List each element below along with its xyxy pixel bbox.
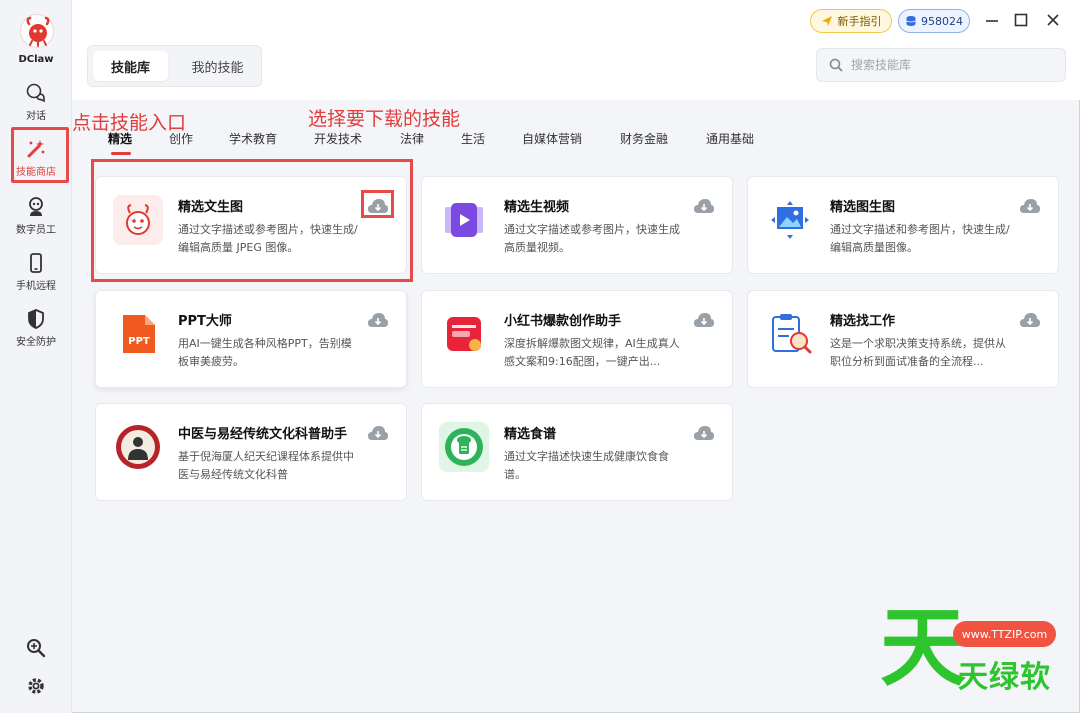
sidebar-item-chat[interactable]: 对话 bbox=[0, 82, 72, 122]
category-tab-law[interactable]: 法律 bbox=[400, 130, 424, 147]
sidebar-item-label: 数字员工 bbox=[16, 225, 56, 236]
guide-label: 新手指引 bbox=[837, 15, 882, 28]
sidebar-item-label: 安全防护 bbox=[16, 337, 56, 348]
category-tab-life[interactable]: 生活 bbox=[461, 130, 485, 147]
cloud-download-icon[interactable] bbox=[367, 424, 389, 442]
annotation-download-highlight bbox=[361, 190, 394, 218]
skill-description: 通过文字描述快速生成健康饮食食谱。 bbox=[504, 450, 669, 481]
job-search-icon bbox=[765, 309, 815, 359]
sidebar: DClaw 对话 技能商店 数字员工 手机远程 安全防护 bbox=[0, 0, 72, 713]
skill-description: 通过文字描述和参考图片，快速生成/编辑高质量图像。 bbox=[830, 223, 1010, 254]
shield-icon bbox=[28, 309, 44, 329]
cloud-download-icon[interactable] bbox=[367, 311, 389, 329]
watermark-text: 天绿软 bbox=[958, 660, 1051, 695]
sidebar-item-phone-remote[interactable]: 手机远程 bbox=[0, 252, 72, 292]
watermark-glyph: 天 bbox=[880, 598, 966, 698]
minimize-icon bbox=[986, 20, 998, 22]
video-icon bbox=[439, 195, 489, 245]
close-icon bbox=[1047, 14, 1059, 26]
skill-title: 精选找工作 bbox=[830, 314, 896, 329]
sidebar-item-label: 对话 bbox=[26, 111, 46, 122]
skill-description: 基于倪海厦人纪天纪课程体系提供中医与易经传统文化科普 bbox=[178, 450, 354, 481]
image-transform-icon bbox=[765, 195, 815, 245]
annotation-highlight-box bbox=[11, 127, 69, 183]
app-name: DClaw bbox=[18, 54, 54, 65]
gear-icon bbox=[28, 678, 44, 694]
svg-text:PPT: PPT bbox=[128, 336, 150, 347]
tab-skill-library[interactable]: 技能库 bbox=[93, 51, 168, 81]
cloud-download-icon[interactable] bbox=[693, 424, 715, 442]
tab-my-skills[interactable]: 我的技能 bbox=[180, 51, 255, 81]
maximize-icon bbox=[1014, 13, 1028, 27]
skill-card[interactable]: 中医与易经传统文化科普助手 基于倪海厦人纪天纪课程体系提供中医与易经传统文化科普 bbox=[95, 403, 407, 501]
watermark-url: www.TTZIP.com bbox=[953, 621, 1056, 647]
search-input[interactable] bbox=[851, 58, 1041, 72]
app-logo bbox=[20, 14, 54, 48]
close-button[interactable] bbox=[1043, 10, 1063, 30]
skill-card[interactable]: PPT PPT大师 用AI一键生成各种风格PPT，告别模板审美疲劳。 bbox=[95, 290, 407, 388]
skill-title: 精选食谱 bbox=[504, 427, 557, 442]
category-tab-academic[interactable]: 学术教育 bbox=[229, 130, 277, 147]
category-tab-featured[interactable]: 精选 bbox=[108, 130, 132, 147]
skill-description: 通过文字描述或参考图片，快速生成高质量视频。 bbox=[504, 223, 680, 254]
search-box bbox=[816, 48, 1066, 82]
category-tab-media-marketing[interactable]: 自媒体营销 bbox=[522, 130, 582, 147]
annotation-skill-tip: 选择要下载的技能 bbox=[308, 108, 461, 130]
settings-button[interactable] bbox=[0, 675, 72, 697]
cloud-download-icon[interactable] bbox=[1019, 311, 1041, 329]
skill-description: 这是一个求职决策支持系统，提供从职位分析到面试准备的全流程... bbox=[830, 337, 1006, 368]
tcm-seal-icon bbox=[113, 422, 163, 472]
zoom-button[interactable] bbox=[0, 637, 72, 659]
send-icon bbox=[821, 16, 832, 26]
cloud-download-icon[interactable] bbox=[693, 311, 715, 329]
skill-title: 中医与易经传统文化科普助手 bbox=[178, 427, 348, 442]
credits-value: 958024 bbox=[921, 14, 963, 28]
header: 新手指引 958024 技能库 我的技能 bbox=[72, 0, 1080, 100]
recipe-icon bbox=[439, 422, 489, 472]
skill-card[interactable]: 精选食谱 通过文字描述快速生成健康饮食食谱。 bbox=[421, 403, 733, 501]
skill-card[interactable]: 小红书爆款创作助手 深度拆解爆款图文规律，AI生成真人感文案和9:16配图，一键… bbox=[421, 290, 733, 388]
skill-card[interactable]: 精选找工作 这是一个求职决策支持系统，提供从职位分析到面试准备的全流程... bbox=[747, 290, 1059, 388]
category-active-indicator bbox=[111, 152, 131, 155]
category-tab-creation[interactable]: 创作 bbox=[169, 130, 193, 147]
sidebar-item-label: 手机远程 bbox=[16, 281, 56, 292]
category-tab-general[interactable]: 通用基础 bbox=[706, 130, 754, 147]
skill-card[interactable]: 精选生视频 通过文字描述或参考图片，快速生成高质量视频。 bbox=[421, 176, 733, 274]
tab-group: 技能库 我的技能 bbox=[87, 45, 262, 87]
credits-button[interactable]: 958024 bbox=[898, 9, 970, 33]
skill-description: 用AI一键生成各种风格PPT，告别模板审美疲劳。 bbox=[178, 337, 352, 368]
ppt-icon: PPT bbox=[113, 309, 163, 359]
skill-card[interactable]: 精选图生图 通过文字描述和参考图片，快速生成/编辑高质量图像。 bbox=[747, 176, 1059, 274]
chat-icon bbox=[26, 83, 45, 103]
xiaohongshu-icon bbox=[439, 309, 489, 359]
guide-button[interactable]: 新手指引 bbox=[810, 9, 892, 33]
skill-title: 小红书爆款创作助手 bbox=[504, 314, 622, 329]
sidebar-item-digital-staff[interactable]: 数字员工 bbox=[0, 196, 72, 236]
category-tab-finance[interactable]: 财务金融 bbox=[620, 130, 668, 147]
skill-title: PPT大师 bbox=[178, 314, 232, 329]
search-icon bbox=[829, 58, 843, 72]
maximize-button[interactable] bbox=[1011, 10, 1031, 30]
cloud-download-icon[interactable] bbox=[1019, 197, 1041, 215]
cloud-download-icon[interactable] bbox=[693, 197, 715, 215]
phone-icon bbox=[30, 253, 42, 273]
minimize-button[interactable] bbox=[982, 10, 1002, 30]
sidebar-item-security[interactable]: 安全防护 bbox=[0, 308, 72, 348]
skill-title: 精选生视频 bbox=[504, 200, 570, 215]
database-icon bbox=[906, 16, 916, 26]
annotation-card-highlight bbox=[91, 159, 413, 282]
skill-description: 深度拆解爆款图文规律，AI生成真人感文案和9:16配图，一键产出... bbox=[504, 337, 680, 368]
skill-title: 精选图生图 bbox=[830, 200, 896, 215]
category-tab-dev[interactable]: 开发技术 bbox=[314, 130, 362, 147]
robot-icon bbox=[29, 197, 43, 216]
zoom-icon bbox=[27, 639, 46, 658]
